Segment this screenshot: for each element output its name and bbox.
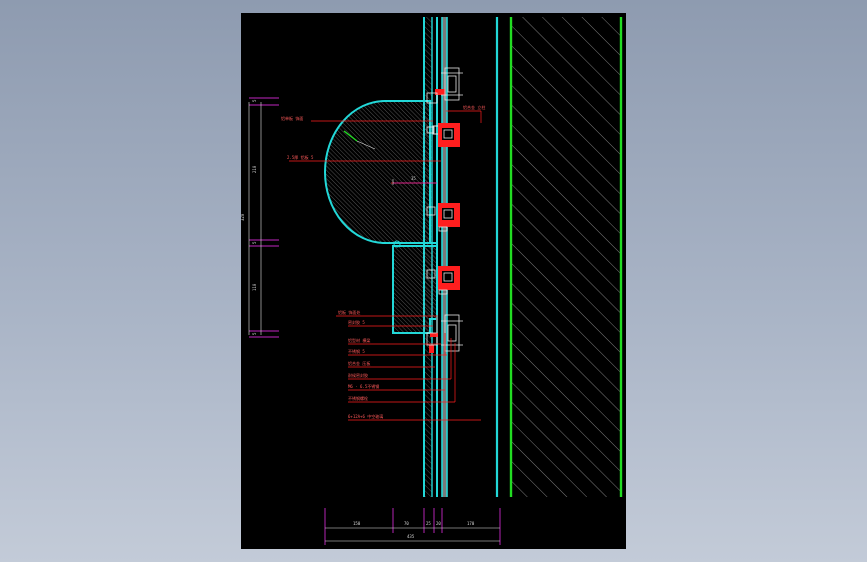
- left-dim-total: 320: [241, 213, 245, 221]
- callout-item: M6 · 6.5不锈钢: [348, 383, 379, 389]
- concrete-wall: [495, 17, 623, 497]
- callout-item: 密封胶 5: [348, 319, 365, 325]
- bottom-callouts: 铝板 饰面处 密封胶 5 铝型材 横梁 不锈钢 5 铝合金 压板 耐候密封胶 M…: [338, 309, 383, 419]
- bottom-dim-2: 70: [404, 521, 409, 526]
- bottom-dim-total: 435: [407, 534, 415, 539]
- callout-item: 铝合金 压板: [348, 360, 370, 366]
- facade-section-drawing: 35 320 210 110 5 5 5 铝合金 立柱 铝单板 饰面 2.5厚 …: [241, 17, 623, 545]
- callout-item: 不锈钢螺栓: [348, 395, 368, 401]
- callout-item: 铝板 饰面处: [338, 309, 360, 315]
- bottom-dimension-text: 150 70 25 20 170 435: [353, 521, 475, 539]
- callout-item: 铝型材 横梁: [348, 337, 370, 343]
- left-dimension-chain: [248, 97, 279, 338]
- bottom-dim-3: 25: [426, 521, 431, 526]
- bottom-dimension-chain: [324, 508, 501, 545]
- half-round-panel: [324, 100, 437, 248]
- callout-top-left-2: 2.5厚 铝板 5: [287, 154, 314, 160]
- rect-panel: [392, 245, 438, 334]
- callout-item: 耐候密封胶: [348, 372, 368, 378]
- mid-dim-text: 35: [411, 176, 416, 181]
- callout-top-right: 铝合金 立柱: [463, 104, 485, 110]
- left-dim-small-bot: 5: [252, 332, 257, 335]
- left-dim-top: 210: [252, 165, 257, 173]
- callout-item: 6+12A+6 中空玻璃: [348, 413, 383, 419]
- left-dim-small-top: 5: [252, 99, 257, 102]
- bottom-dim-4: 20: [436, 521, 441, 526]
- callout-item: 不锈钢 5: [348, 348, 365, 354]
- left-dim-bottom: 110: [252, 283, 257, 291]
- callout-top-left-1: 铝单板 饰面: [281, 115, 303, 121]
- bottom-dim-1: 150: [353, 521, 361, 526]
- drawing-sheet: 35 320 210 110 5 5 5 铝合金 立柱 铝单板 饰面 2.5厚 …: [241, 13, 626, 549]
- bottom-dim-5: 170: [467, 521, 475, 526]
- left-dim-small-mid: 5: [252, 241, 257, 244]
